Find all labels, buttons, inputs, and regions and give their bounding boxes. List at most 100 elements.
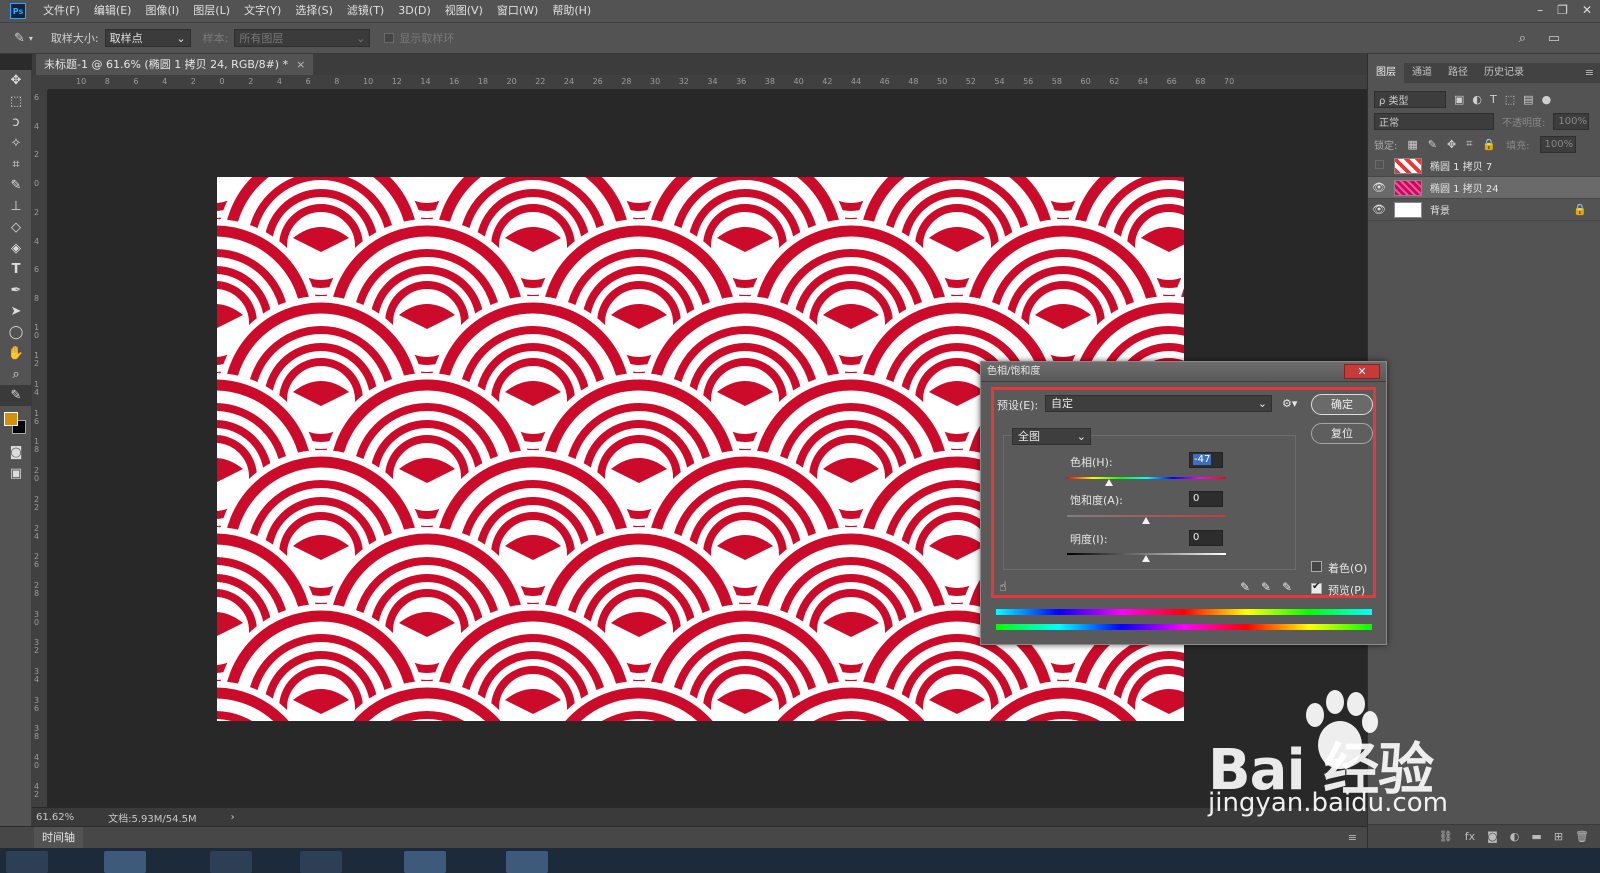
pen-tool-icon[interactable]: ✒	[0, 280, 32, 301]
preset-select[interactable]: 自定 ⌄	[1045, 395, 1272, 412]
panel-tab[interactable]: 路径	[1440, 63, 1476, 83]
shape-filter-icon[interactable]: ⬚	[1505, 93, 1515, 106]
menu-icon[interactable]: ≡	[1348, 831, 1357, 844]
eyedropper-tool-icon[interactable]: ✎	[0, 385, 32, 406]
horizontal-ruler[interactable]: 10 8 6 4 2 0 2 4 6 8 10 12 14 16 18 20 22 24 26 28 30 32 34 36 3…	[48, 75, 1367, 90]
lightness-input[interactable]: 0	[1189, 530, 1223, 546]
lock-pixels-icon[interactable]: ✎	[1428, 138, 1437, 151]
menu-item[interactable]: 文字(Y)	[237, 0, 288, 22]
link-layers-icon[interactable]: ⛓	[1439, 830, 1453, 843]
show-ring-checkbox[interactable]	[384, 33, 395, 43]
layer-filter-select[interactable]: ρ 类型	[1374, 90, 1446, 108]
restore-button[interactable]: ❐	[1557, 0, 1568, 20]
type-tool-icon[interactable]: T	[0, 259, 32, 280]
saturation-slider-thumb[interactable]	[1142, 517, 1150, 524]
new-layer-icon[interactable]: ⊞	[1554, 830, 1563, 843]
eye-icon[interactable]: 👁	[1368, 181, 1390, 194]
menu-item[interactable]: 选择(S)	[288, 0, 340, 22]
trash-icon[interactable]: 🗑	[1575, 830, 1589, 843]
lasso-tool-icon[interactable]: ↄ	[0, 112, 32, 133]
menu-item[interactable]: 图像(I)	[138, 0, 186, 22]
adjustment-filter-icon[interactable]: ◐	[1472, 93, 1482, 106]
lock-all-icon[interactable]: 🔒	[1482, 138, 1496, 151]
new-group-icon[interactable]: ▬	[1531, 830, 1541, 843]
saturation-input[interactable]: 0	[1189, 491, 1223, 507]
eyedropper-minus-icon[interactable]: ✎	[1282, 580, 1292, 594]
layer-row[interactable]: 👁 背景 🔒	[1368, 199, 1600, 221]
foreground-color-swatch[interactable]	[4, 412, 18, 426]
brush-tool-icon[interactable]: ✎	[0, 175, 32, 196]
close-icon[interactable]: ×	[296, 58, 305, 71]
lock-artboard-icon[interactable]: ⌗	[1466, 137, 1472, 151]
menu-item[interactable]: 视图(V)	[438, 0, 490, 22]
taskbar-app-icon[interactable]	[210, 851, 252, 873]
filter-toggle-icon[interactable]: ●	[1542, 93, 1552, 106]
taskbar-app-icon[interactable]	[104, 851, 146, 873]
pixel-filter-icon[interactable]: ▣	[1454, 93, 1464, 106]
path-select-tool-icon[interactable]: ➤	[0, 301, 32, 322]
menu-item[interactable]: 文件(F)	[36, 0, 87, 22]
menu-item[interactable]: 3D(D)	[391, 0, 438, 22]
marquee-tool-icon[interactable]: ⬚	[0, 91, 32, 112]
zoom-level[interactable]: 61.62%	[36, 812, 74, 823]
crop-tool-icon[interactable]: ⌗	[0, 154, 32, 175]
gear-icon[interactable]: ⚙▾	[1282, 397, 1297, 410]
fill-input[interactable]: 100%	[1539, 135, 1576, 153]
ok-button[interactable]: 确定	[1311, 394, 1373, 415]
search-icon[interactable]: ⌕	[1519, 31, 1526, 46]
panel-menu-icon[interactable]: ≡	[1585, 66, 1594, 79]
document-tab[interactable]: 未标题-1 @ 61.6% (椭圆 1 拷贝 24, RGB/8#) * ×	[36, 54, 314, 75]
status-menu-arrow[interactable]: ›	[231, 812, 235, 823]
workspace-icon[interactable]: ▭	[1548, 31, 1560, 46]
panel-tab[interactable]: 通道	[1404, 63, 1440, 83]
menu-item[interactable]: 图层(L)	[186, 0, 237, 22]
blend-mode-select[interactable]: 正常	[1374, 112, 1494, 130]
zoom-tool-icon[interactable]: ⌕	[0, 364, 32, 385]
eyedropper-tool-icon[interactable]: ✎	[14, 31, 25, 46]
hue-slider-thumb[interactable]	[1105, 479, 1113, 486]
colorize-checkbox[interactable]	[1311, 561, 1322, 572]
menu-item[interactable]: 帮助(H)	[545, 0, 598, 22]
channel-select[interactable]: 全图 ⌄	[1012, 428, 1091, 445]
type-filter-icon[interactable]: T	[1490, 93, 1497, 106]
vertical-ruler[interactable]: 6 4 2 0 2 4 6 8 1 0 1 2 1 4 1 6 1 8 2 0 2 2 2 4 2 6 2 8 3 …	[32, 90, 48, 807]
close-window-button[interactable]: ✕	[1582, 0, 1592, 20]
close-icon[interactable]: ✕	[1344, 364, 1380, 379]
eye-icon[interactable]: 👁	[1368, 203, 1390, 216]
lightness-slider-thumb[interactable]	[1142, 555, 1150, 562]
add-mask-icon[interactable]: ◙	[1487, 830, 1498, 843]
quick-select-tool-icon[interactable]: ✧	[0, 133, 32, 154]
dialog-title-bar[interactable]: 色相/饱和度 ✕	[981, 362, 1386, 382]
panel-tab[interactable]: 历史记录	[1476, 63, 1532, 83]
panel-tab[interactable]: 图层	[1368, 63, 1404, 83]
taskbar-app-icon[interactable]	[506, 851, 548, 873]
taskbar-app-icon[interactable]	[404, 851, 446, 873]
eyedropper-icon[interactable]: ✎	[1240, 580, 1250, 594]
layer-row-selected[interactable]: 👁 椭圆 1 拷贝 24	[1368, 177, 1600, 199]
paint-bucket-tool-icon[interactable]: ◈	[0, 238, 32, 259]
chevron-down-icon[interactable]: ▾	[29, 34, 33, 43]
ellipse-tool-icon[interactable]: ◯	[0, 322, 32, 343]
smart-filter-icon[interactable]: ▤	[1523, 93, 1533, 106]
preview-checkbox[interactable]	[1311, 581, 1322, 594]
fx-icon[interactable]: fx	[1465, 830, 1475, 843]
start-button[interactable]	[6, 851, 48, 873]
timeline-tab[interactable]: 时间轴	[34, 827, 83, 849]
menu-item[interactable]: 编辑(E)	[87, 0, 139, 22]
screen-mode-icon[interactable]: ▣	[0, 463, 32, 484]
lock-transparent-icon[interactable]: ▦	[1407, 138, 1417, 151]
hue-slider-track[interactable]	[1067, 477, 1226, 479]
quick-mask-icon[interactable]: ◙	[0, 442, 32, 463]
hand-tool-icon[interactable]: ✋	[0, 343, 32, 364]
stamp-tool-icon[interactable]: ⊥	[0, 196, 32, 217]
eraser-tool-icon[interactable]: ◇	[0, 217, 32, 238]
adjustment-layer-icon[interactable]: ◐	[1510, 830, 1520, 843]
taskbar-app-icon[interactable]	[300, 851, 342, 873]
targeted-adjustment-hand-icon[interactable]: ☝	[999, 580, 1007, 595]
minimize-button[interactable]: –	[1537, 0, 1543, 20]
move-tool-icon[interactable]: ✥	[0, 70, 32, 91]
eyedropper-plus-icon[interactable]: ✎	[1261, 580, 1271, 594]
reset-button[interactable]: 复位	[1311, 423, 1373, 444]
layer-row[interactable]: 椭圆 1 拷贝 7	[1368, 155, 1600, 177]
lock-position-icon[interactable]: ✥	[1447, 138, 1456, 151]
